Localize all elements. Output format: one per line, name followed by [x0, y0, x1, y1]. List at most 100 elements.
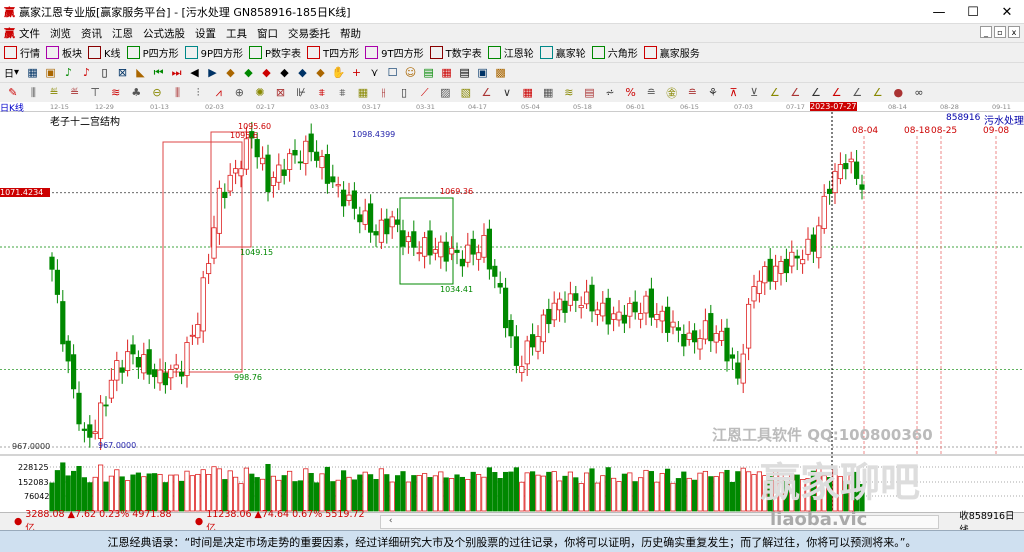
volume-bar	[281, 475, 287, 512]
candle-body	[286, 153, 293, 170]
volume-bar	[502, 471, 509, 512]
volume-bar	[400, 471, 406, 512]
candle-body	[157, 369, 163, 384]
volume-bar	[432, 475, 439, 512]
candle-body	[611, 313, 617, 320]
candle-body	[151, 369, 158, 378]
candle-body	[810, 234, 817, 252]
candle-body	[443, 241, 449, 262]
candle-body	[767, 258, 773, 282]
candle-body	[254, 139, 260, 158]
candle-body	[351, 190, 358, 209]
candle-body	[319, 156, 325, 169]
volume-bar	[557, 480, 563, 512]
volume-bar	[162, 482, 168, 512]
volume-bar	[632, 481, 638, 512]
candle-body	[502, 287, 509, 329]
volume-bar	[648, 471, 655, 512]
volume-bar	[254, 477, 260, 512]
volume-tick-2: 152083	[18, 478, 49, 487]
candle-body	[589, 284, 595, 312]
volume-bar	[238, 483, 244, 512]
candle-body	[551, 302, 557, 321]
candle-body	[843, 163, 849, 170]
candle-body	[697, 338, 703, 350]
candle-body	[459, 258, 466, 267]
candle-body	[632, 301, 638, 313]
candle-body	[508, 320, 514, 337]
volume-bar	[60, 462, 66, 512]
candle-body	[675, 327, 682, 331]
candle-body	[265, 154, 271, 193]
volume-bar	[600, 475, 606, 512]
annot-h1: 1095.6	[230, 131, 258, 140]
volume-bar	[340, 470, 347, 512]
stock-code: 858916	[946, 113, 981, 123]
candle-body	[627, 303, 633, 317]
status-bar: ● 3288.08 ▲7.62 0.23% 4971.88亿 ● 11238.0…	[0, 509, 1024, 536]
candle-body	[114, 360, 120, 381]
candle-body	[794, 255, 800, 259]
quote-bar: 江恩经典语录：“时间是决定市场走势的重要因素，经过详细研究大市及个别股票的过往记…	[0, 530, 1024, 552]
candle-body	[400, 230, 406, 247]
volume-bar	[719, 472, 725, 512]
volume-bar	[184, 470, 190, 512]
candle-body	[600, 302, 606, 317]
volume-bar	[584, 472, 590, 512]
candle-body	[92, 431, 98, 434]
candle-body	[238, 168, 244, 177]
volume-bar	[270, 475, 277, 512]
chart-title: 老子十二宫结构	[50, 117, 120, 128]
candle-body	[524, 340, 530, 365]
candle-body	[227, 174, 233, 192]
volume-bar	[87, 482, 93, 512]
volume-bar	[481, 476, 487, 512]
volume-bar	[259, 478, 266, 512]
candle-body	[65, 340, 71, 362]
volume-bar	[65, 475, 71, 512]
candle-body	[205, 263, 212, 275]
volume-bar	[178, 480, 185, 512]
candle-body	[297, 161, 304, 164]
candle-body	[367, 203, 374, 233]
candle-body	[130, 344, 136, 355]
volume-bar	[665, 468, 671, 512]
volume-bar	[702, 470, 709, 512]
future-date-4: 09-08	[983, 126, 1010, 136]
candle-body	[303, 140, 309, 164]
volume-bar	[135, 472, 141, 512]
candle-body	[168, 369, 174, 379]
candle-body	[562, 300, 568, 313]
candle-body	[546, 308, 552, 325]
volume-bar	[686, 477, 692, 512]
volume-bar	[384, 474, 390, 512]
volume-bar	[324, 466, 331, 512]
volume-bar	[92, 476, 98, 512]
horizontal-scrollbar[interactable]: ‹	[379, 514, 940, 529]
volume-bar	[243, 467, 249, 512]
volume-bar	[119, 476, 125, 512]
candle-body	[216, 187, 222, 234]
watermark-logo: 赢家聊吧	[760, 460, 920, 506]
candle-body	[427, 230, 433, 256]
candle-body	[567, 293, 574, 306]
candle-body	[421, 237, 428, 257]
candle-body	[751, 286, 757, 302]
candle-body	[573, 293, 579, 301]
candle-body	[778, 261, 784, 274]
annot-l1: 1049.15	[240, 248, 274, 257]
candle-body	[243, 138, 249, 170]
candle-body	[119, 367, 125, 373]
volume-bar	[292, 481, 298, 512]
candle-body	[362, 210, 368, 225]
candle-body	[346, 194, 352, 201]
candle-body	[643, 295, 649, 314]
volume-bar	[746, 471, 752, 512]
candle-body	[816, 225, 822, 259]
volume-bar	[141, 476, 147, 512]
candle-body	[654, 314, 660, 321]
candle-body	[621, 314, 628, 324]
candle-body	[648, 288, 655, 318]
candle-body	[49, 256, 55, 270]
volume-bar	[638, 477, 644, 512]
